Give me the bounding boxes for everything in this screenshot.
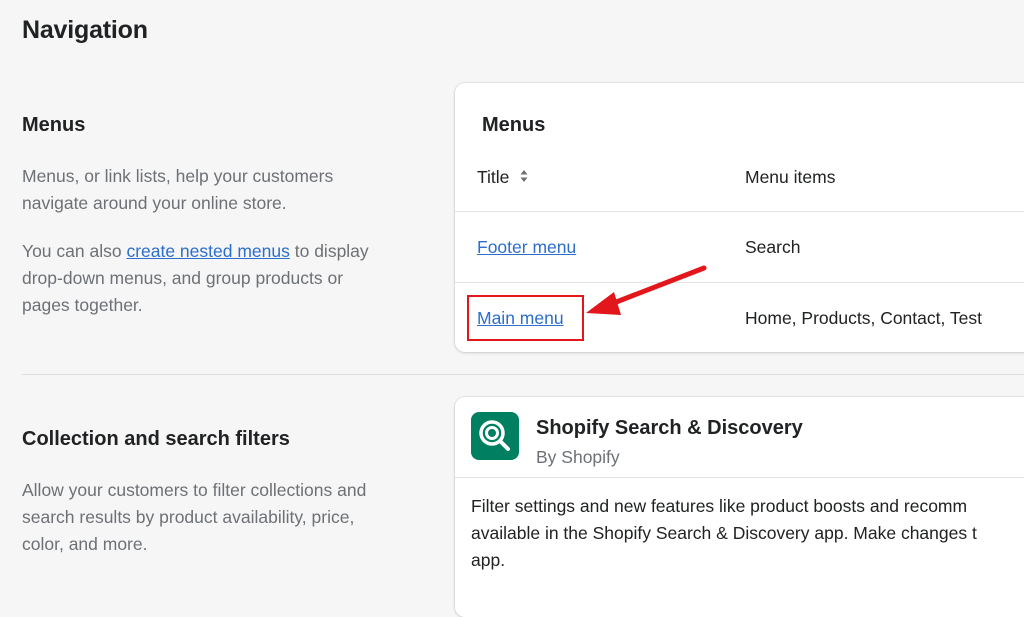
sort-icon[interactable] — [520, 169, 528, 183]
filters-section-description: Allow your customers to filter collectio… — [22, 480, 367, 554]
header-divider — [455, 211, 1024, 212]
app-developer: By Shopify — [536, 447, 620, 467]
create-nested-menus-link[interactable]: create nested menus — [126, 241, 289, 261]
app-description-line: Filter settings and new features like pr… — [471, 496, 968, 516]
app-description: Filter settings and new features like pr… — [471, 493, 1024, 574]
red-arrow-annotation — [586, 265, 707, 315]
footer-menu-link[interactable]: Footer menu — [477, 237, 576, 258]
search-discovery-app-card[interactable]: Shopify Search & Discovery By Shopify Fi… — [455, 397, 1024, 617]
nested-menus-text: You can also create nested menus to disp… — [22, 238, 392, 319]
search-discovery-app-icon — [471, 412, 519, 460]
app-description-line: app. — [471, 550, 506, 570]
title-column-label: Title — [477, 167, 510, 187]
main-menu-highlight-box — [467, 295, 584, 341]
row-divider — [455, 282, 1024, 283]
menu-items-column-header: Menu items — [745, 167, 836, 187]
nested-prefix: You can also — [22, 241, 127, 261]
menus-description-text: Menus, or link lists, help your customer… — [22, 166, 334, 213]
menus-card-title: Menus — [482, 114, 546, 136]
footer-menu-items: Search — [745, 237, 801, 257]
section-divider — [22, 374, 1024, 375]
menus-section-heading: Menus — [22, 114, 86, 136]
main-menu-items: Home, Products, Contact, Test — [745, 308, 983, 328]
app-description-line: available in the Shopify Search & Discov… — [471, 523, 977, 543]
page-title: Navigation — [22, 16, 148, 44]
app-name: Shopify Search & Discovery — [536, 417, 803, 439]
menus-section-description: Menus, or link lists, help your customer… — [22, 163, 392, 319]
app-card-divider — [455, 477, 1024, 478]
title-column-header[interactable]: Title — [477, 167, 528, 188]
filters-section-heading: Collection and search filters — [22, 428, 290, 450]
